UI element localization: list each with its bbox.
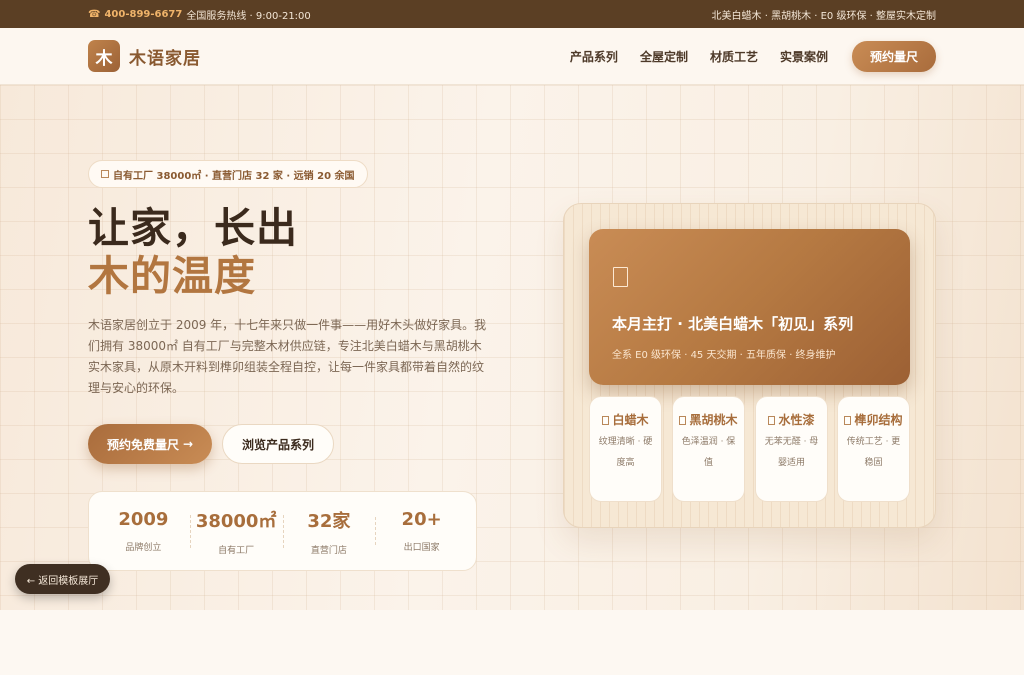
arrow-right-icon: → (182, 437, 194, 451)
main-nav: 产品系列 全屋定制 材质工艺 实景案例 预约量尺 (570, 40, 936, 72)
document-icon (613, 267, 628, 287)
hero-badge: 自有工厂 38000㎡ · 直营门店 32 家 · 远销 20 余国 (88, 160, 368, 188)
material-card-title: 水性漆 (778, 413, 815, 427)
stat-label: 自有工厂 (218, 545, 255, 556)
box-icon (101, 170, 109, 178)
book-free-measure-button[interactable]: 预约免费量尺 → (88, 424, 212, 464)
material-card-ash[interactable]: 白蜡木 纹理清晰 · 硬度高 (589, 396, 662, 502)
material-card-desc: 纹理清晰 · 硬度高 (598, 437, 653, 468)
stat-value: 2009 (118, 509, 169, 530)
material-card-walnut[interactable]: 黑胡桃木 色泽温润 · 保值 (672, 396, 745, 502)
browse-products-button[interactable]: 浏览产品系列 (222, 424, 334, 464)
brand[interactable]: 木 木语家居 (88, 40, 201, 72)
page-bottom (0, 610, 1024, 675)
material-card-joinery[interactable]: 榫卯结构 传统工艺 · 更稳固 (837, 396, 910, 502)
stat-item: 20+ 出口国家 (375, 509, 468, 553)
material-card-title: 黑胡桃木 (689, 413, 738, 427)
book-free-measure-label: 预约免费量尺 (106, 437, 179, 452)
hotline: ☎ 400-899-6677 全国服务热线 · 9:00-21:00 (88, 7, 311, 22)
stat-item: 38000㎡ 自有工厂 (189, 507, 283, 556)
nav-materials[interactable]: 材质工艺 (710, 48, 758, 65)
material-card-title-wrap: 白蜡木 (590, 410, 661, 430)
hero-description: 木语家居创立于 2009 年，十七年来只做一件事——用好木头做好家具。我们拥有 … (88, 318, 487, 395)
material-card-paint[interactable]: 水性漆 无苯无醛 · 母婴适用 (755, 396, 828, 502)
hotline-hours: 全国服务热线 · 9:00-21:00 (186, 10, 311, 22)
site-header: 木 木语家居 产品系列 全屋定制 材质工艺 实景案例 预约量尺 (0, 28, 1024, 85)
material-card-title: 白蜡木 (612, 413, 649, 427)
box-icon (768, 416, 776, 425)
back-to-templates-button[interactable]: ← 返回模板展厅 (15, 564, 110, 594)
box-icon (679, 416, 687, 425)
stat-item: 2009 品牌创立 (97, 509, 190, 553)
logo-icon: 木 (88, 40, 120, 72)
nav-products[interactable]: 产品系列 (570, 48, 618, 65)
book-measure-button[interactable]: 预约量尺 (851, 40, 936, 72)
hero-title-accent: 木的温度 (88, 252, 256, 300)
hero-title: 让家，长出 (88, 204, 298, 252)
stat-value: 20+ (401, 509, 442, 530)
stat-label: 直营门店 (310, 545, 347, 556)
box-icon (844, 416, 852, 425)
stat-value: 32家 (307, 510, 351, 532)
material-card-title-wrap: 黑胡桃木 (673, 410, 744, 430)
topbar-tagline: 北美白蜡木 · 黑胡桃木 · E0 级环保 · 整屋实木定制 (711, 10, 936, 22)
phone-icon: ☎ (88, 8, 101, 20)
stats-panel: 2009 品牌创立 38000㎡ 自有工厂 32家 直营门店 20+ 出口国家 (88, 491, 477, 571)
material-card-title-wrap: 榫卯结构 (838, 410, 909, 430)
stat-label: 出口国家 (403, 543, 440, 553)
material-card-title-wrap: 水性漆 (756, 410, 827, 430)
material-card-title: 榫卯结构 (854, 413, 903, 427)
stat-label: 品牌创立 (125, 543, 162, 553)
box-icon (602, 416, 610, 425)
featured-series-subtitle: 全系 E0 级环保 · 45 天交期 · 五年质保 · 终身维护 (612, 350, 836, 361)
top-bar: ☎ 400-899-6677 全国服务热线 · 9:00-21:00 北美白蜡木… (0, 0, 1024, 28)
material-card-desc: 无苯无醛 · 母婴适用 (764, 437, 819, 468)
brand-name: 木语家居 (129, 48, 201, 69)
featured-series-card[interactable]: 本月主打 · 北美白蜡木「初见」系列 全系 E0 级环保 · 45 天交期 · … (589, 229, 910, 385)
nav-cases[interactable]: 实景案例 (780, 48, 828, 65)
phone-number[interactable]: 400-899-6677 (104, 9, 182, 20)
material-card-desc: 色泽温润 · 保值 (681, 437, 736, 468)
stat-item: 32家 直营门店 (282, 507, 376, 556)
stat-value: 38000㎡ (195, 510, 277, 532)
material-card-desc: 传统工艺 · 更稳固 (846, 437, 901, 468)
hero-badge-text: 自有工厂 38000㎡ · 直营门店 32 家 · 远销 20 余国 (113, 170, 355, 182)
nav-custom[interactable]: 全屋定制 (640, 48, 688, 65)
featured-series-title: 本月主打 · 北美白蜡木「初见」系列 (612, 315, 854, 333)
